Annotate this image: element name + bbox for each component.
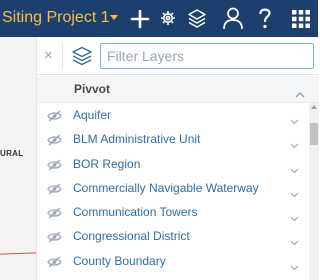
top-bar: Siting Project 1 (0, 0, 318, 37)
eye-slash-icon[interactable] (47, 158, 62, 176)
layer-row[interactable]: County Boundary (37, 249, 307, 273)
plus-icon[interactable] (130, 0, 150, 37)
map-route-line (0, 252, 37, 255)
layer-row[interactable]: Congressional District (37, 224, 307, 248)
eye-slash-icon[interactable] (47, 182, 62, 200)
gear-icon[interactable] (159, 0, 177, 37)
layer-group-header[interactable]: Pivvot (37, 76, 319, 103)
layer-label: Commercially Navigable Waterway (73, 180, 259, 195)
eye-slash-icon[interactable] (47, 206, 62, 224)
scroll-thumb[interactable] (310, 123, 318, 145)
project-title[interactable]: Siting Project 1 (0, 0, 112, 37)
layer-row[interactable]: BLM Administrative Unit (37, 127, 307, 151)
close-icon[interactable]: × (44, 48, 53, 64)
layer-group-title: Pivvot (74, 82, 111, 96)
layer-label: Aquifer (73, 108, 112, 122)
layer-list: Aquifer BLM Administrative Unit BOR Regi… (37, 103, 319, 273)
layers-icon (71, 46, 93, 71)
divider (62, 43, 63, 69)
layer-row[interactable]: Aquifer (37, 103, 307, 127)
map-label: URAL (0, 149, 24, 158)
grid-icon[interactable] (291, 0, 311, 37)
layer-label: Congressional District (73, 229, 190, 244)
layer-list-scrollbar[interactable] (309, 103, 319, 280)
layer-label: BLM Administrative Unit (73, 132, 201, 147)
help-icon[interactable] (256, 0, 274, 37)
layer-label: Communication Towers (73, 205, 198, 220)
caret-down-icon[interactable] (110, 15, 118, 20)
scroll-up-arrow-icon[interactable] (311, 105, 317, 109)
layer-row[interactable]: Commercially Navigable Waterway (37, 176, 307, 200)
layers-icon[interactable] (187, 0, 207, 37)
filter-layers-input[interactable] (100, 43, 314, 69)
layer-label: County Boundary (73, 253, 166, 268)
eye-slash-icon[interactable] (47, 230, 62, 248)
map-canvas[interactable]: URAL (0, 37, 37, 280)
chevron-up-icon[interactable] (295, 85, 305, 103)
eye-slash-icon[interactable] (47, 133, 62, 151)
eye-slash-icon[interactable] (47, 109, 62, 127)
user-icon[interactable] (222, 0, 244, 37)
layers-panel: × Pivvot Aquifer BLM Administrat (36, 37, 319, 280)
chevron-down-icon[interactable] (290, 258, 299, 276)
layer-label: BOR Region (73, 156, 141, 171)
layer-search-row: × (37, 37, 319, 75)
layer-row[interactable]: BOR Region (37, 152, 307, 176)
layer-row[interactable]: Communication Towers (37, 200, 307, 224)
eye-slash-icon[interactable] (47, 255, 62, 273)
